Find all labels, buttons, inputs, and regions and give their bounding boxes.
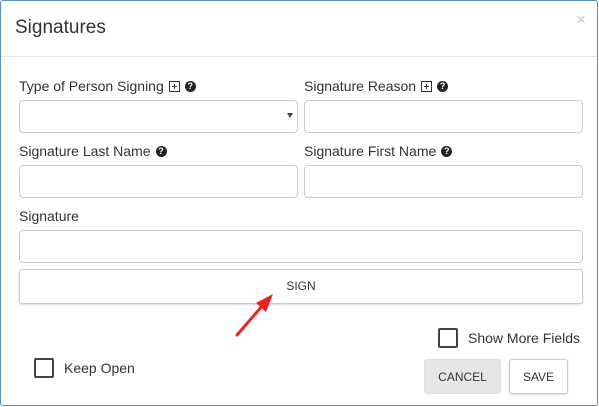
last-name-label: Signature Last Name ? [19,143,167,159]
first-name-field[interactable] [304,165,583,198]
annotation-arrow-icon [235,294,273,337]
expand-plus-icon[interactable] [421,80,433,92]
signature-reason-label: Signature Reason ? [304,78,449,94]
show-more-fields-label: Show More Fields [468,330,581,346]
help-icon[interactable]: ? [155,145,167,157]
keep-open-label: Keep Open [64,360,135,376]
help-icon[interactable]: ? [441,145,453,157]
signature-label: Signature [19,208,79,224]
signature-input[interactable] [20,231,582,262]
last-name-label-text: Signature Last Name [19,143,151,159]
type-of-person-select[interactable] [19,100,298,133]
save-button[interactable]: SAVE [509,359,568,394]
first-name-label-text: Signature First Name [304,143,437,159]
help-icon[interactable]: ? [437,80,449,92]
show-more-fields-checkbox[interactable] [438,328,458,348]
type-of-person-input[interactable] [20,101,297,132]
show-more-fields-option[interactable]: Show More Fields [438,328,580,348]
keep-open-checkbox[interactable] [34,358,54,378]
last-name-field[interactable] [19,165,298,198]
close-icon[interactable]: × [576,11,586,28]
type-of-person-label-text: Type of Person Signing [19,78,164,94]
sign-button[interactable]: SIGN [19,269,583,304]
signature-reason-input[interactable] [305,101,582,132]
type-of-person-label: Type of Person Signing ? [19,78,196,94]
signature-field[interactable] [19,230,583,263]
keep-open-option[interactable]: Keep Open [34,358,135,378]
dropdown-caret-icon [287,113,293,118]
signature-reason-field[interactable] [304,100,583,133]
expand-plus-icon[interactable] [168,80,180,92]
first-name-input[interactable] [305,166,582,197]
signature-label-text: Signature [19,208,79,224]
signature-reason-label-text: Signature Reason [304,78,417,94]
help-icon[interactable]: ? [184,80,196,92]
last-name-input[interactable] [20,166,297,197]
dialog-header: Signatures × [1,1,597,57]
signatures-dialog: Signatures × Type of Person Signing ? Si… [0,0,598,406]
dialog-title: Signatures [15,17,106,38]
cancel-button[interactable]: CANCEL [424,359,501,394]
first-name-label: Signature First Name ? [304,143,453,159]
